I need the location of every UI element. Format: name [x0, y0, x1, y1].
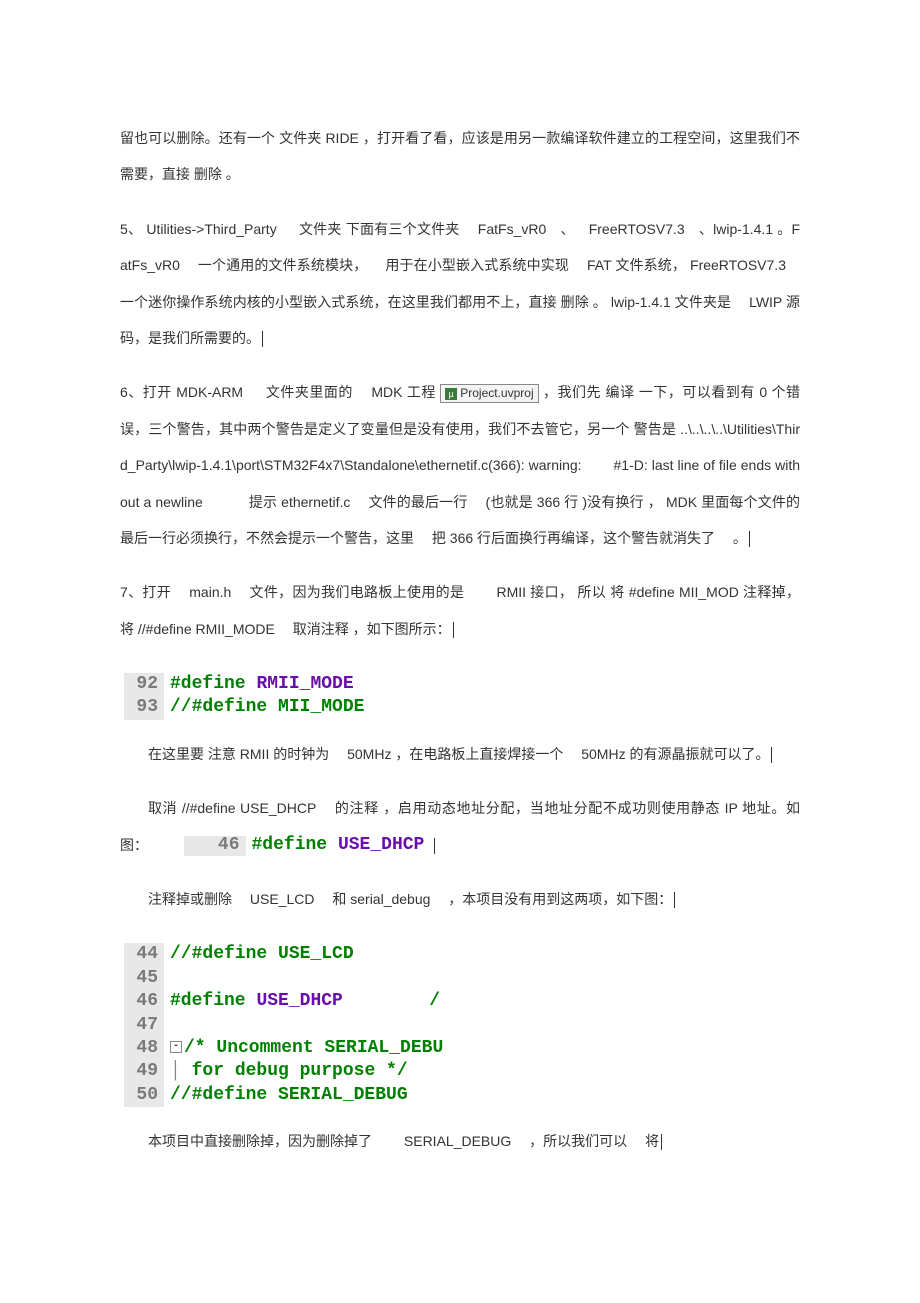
- code-line: 46 #define USE_DHCP /: [124, 990, 443, 1013]
- project-file-badge: µProject.uvproj: [440, 384, 538, 403]
- keyword: #define: [170, 674, 246, 694]
- macro: USE_DHCP: [338, 835, 424, 855]
- paragraph-7: 注释掉或删除 USE_LCD 和 serial_debug ，本项目没有用到这两…: [120, 881, 800, 917]
- project-filename: Project.uvproj: [460, 386, 533, 400]
- line-number: 48: [124, 1037, 164, 1060]
- line-number: 46: [124, 990, 164, 1013]
- keil-icon: µ: [445, 388, 457, 400]
- code-line: 44 //#define USE_LCD: [124, 943, 443, 966]
- line-number: 46: [184, 836, 246, 856]
- line-number: 45: [124, 967, 164, 990]
- code-line: 92 #define RMII_MODE: [124, 673, 364, 696]
- text: 注释掉或删除 USE_LCD 和 serial_debug ，本项目没有用到这两…: [148, 891, 672, 907]
- paragraph-4: 7、打开 main.h 文件，因为我们电路板上使用的是 RMII 接口， 所以 …: [120, 574, 800, 647]
- comment: /: [429, 991, 440, 1011]
- text: 本项目中直接删除掉，因为删除掉了 SERIAL_DEBUG ，所以我们可以 将: [148, 1133, 659, 1149]
- keyword: #define: [170, 991, 246, 1011]
- line-number: 49: [124, 1060, 164, 1083]
- text-cursor: [262, 331, 263, 347]
- code-snippet-options: 44 //#define USE_LCD 45 46 #define USE_DHC…: [120, 941, 447, 1109]
- paragraph-5: 在这里要 注意 RMII 的时钟为 50MHz ，在电路板上直接焊接一个 50M…: [120, 736, 800, 772]
- fold-icon: -: [170, 1041, 182, 1053]
- code-line: 48-/* Uncomment SERIAL_DEBU: [124, 1037, 443, 1060]
- code-line: 93 //#define MII_MODE: [124, 696, 364, 719]
- code-snippet-rmii: 92 #define RMII_MODE 93 //#define MII_MODE: [120, 671, 368, 722]
- keyword: #define: [252, 835, 328, 855]
- text: 6、打开 MDK-ARM 文件夹里面的 MDK 工程: [120, 384, 440, 400]
- text: 5、 Utilities->Third_Party 文件夹 下面有三个文件夹 F…: [120, 221, 800, 346]
- line-number: 50: [124, 1084, 164, 1107]
- code-line: 47: [124, 1014, 443, 1037]
- comment: /* Uncomment SERIAL_DEBU: [184, 1038, 443, 1058]
- code-line: 50 //#define SERIAL_DEBUG: [124, 1084, 443, 1107]
- line-number: 92: [124, 673, 164, 696]
- text-cursor: [749, 531, 750, 547]
- paragraph-1: 留也可以删除。还有一个 文件夹 RIDE ，打开看了看，应该是用另一款编译软件建…: [120, 120, 800, 193]
- code-inline-dhcp: 46 #define USE_DHCP: [152, 836, 428, 856]
- paragraph-2: 5、 Utilities->Third_Party 文件夹 下面有三个文件夹 F…: [120, 211, 800, 357]
- text: ，我们先 编译 一下，可以看到有 0 个错误，三个警告，其中两个警告是定义了变量…: [120, 384, 800, 546]
- document-page: 留也可以删除。还有一个 文件夹 RIDE ，打开看了看，应该是用另一款编译软件建…: [0, 0, 920, 1218]
- text-cursor: [661, 1134, 662, 1150]
- macro: USE_DHCP: [256, 991, 342, 1011]
- code-line: 49│ for debug purpose */: [124, 1060, 443, 1083]
- paragraph-3: 6、打开 MDK-ARM 文件夹里面的 MDK 工程 µProject.uvpr…: [120, 374, 800, 556]
- text-cursor: [434, 838, 435, 854]
- text-cursor: [453, 622, 454, 638]
- text-cursor: [674, 892, 675, 908]
- code-line: 45: [124, 967, 443, 990]
- comment: //#define USE_LCD: [170, 944, 354, 964]
- text: 7、打开 main.h 文件，因为我们电路板上使用的是 RMII 接口， 所以 …: [120, 584, 800, 636]
- comment: //#define SERIAL_DEBUG: [170, 1085, 408, 1105]
- macro: RMII_MODE: [256, 674, 353, 694]
- paragraph-6: 取消 //#define USE_DHCP 的注释 ，启用动态地址分配，当地址分…: [120, 790, 800, 863]
- line-number: 44: [124, 943, 164, 966]
- text: 在这里要 注意 RMII 的时钟为 50MHz ，在电路板上直接焊接一个 50M…: [148, 746, 769, 762]
- comment: //#define MII_MODE: [170, 697, 364, 717]
- text-cursor: [771, 747, 772, 763]
- comment: for debug purpose */: [181, 1061, 408, 1081]
- paragraph-8: 本项目中直接删除掉，因为删除掉了 SERIAL_DEBUG ，所以我们可以 将: [120, 1123, 800, 1159]
- line-number: 47: [124, 1014, 164, 1037]
- line-number: 93: [124, 696, 164, 719]
